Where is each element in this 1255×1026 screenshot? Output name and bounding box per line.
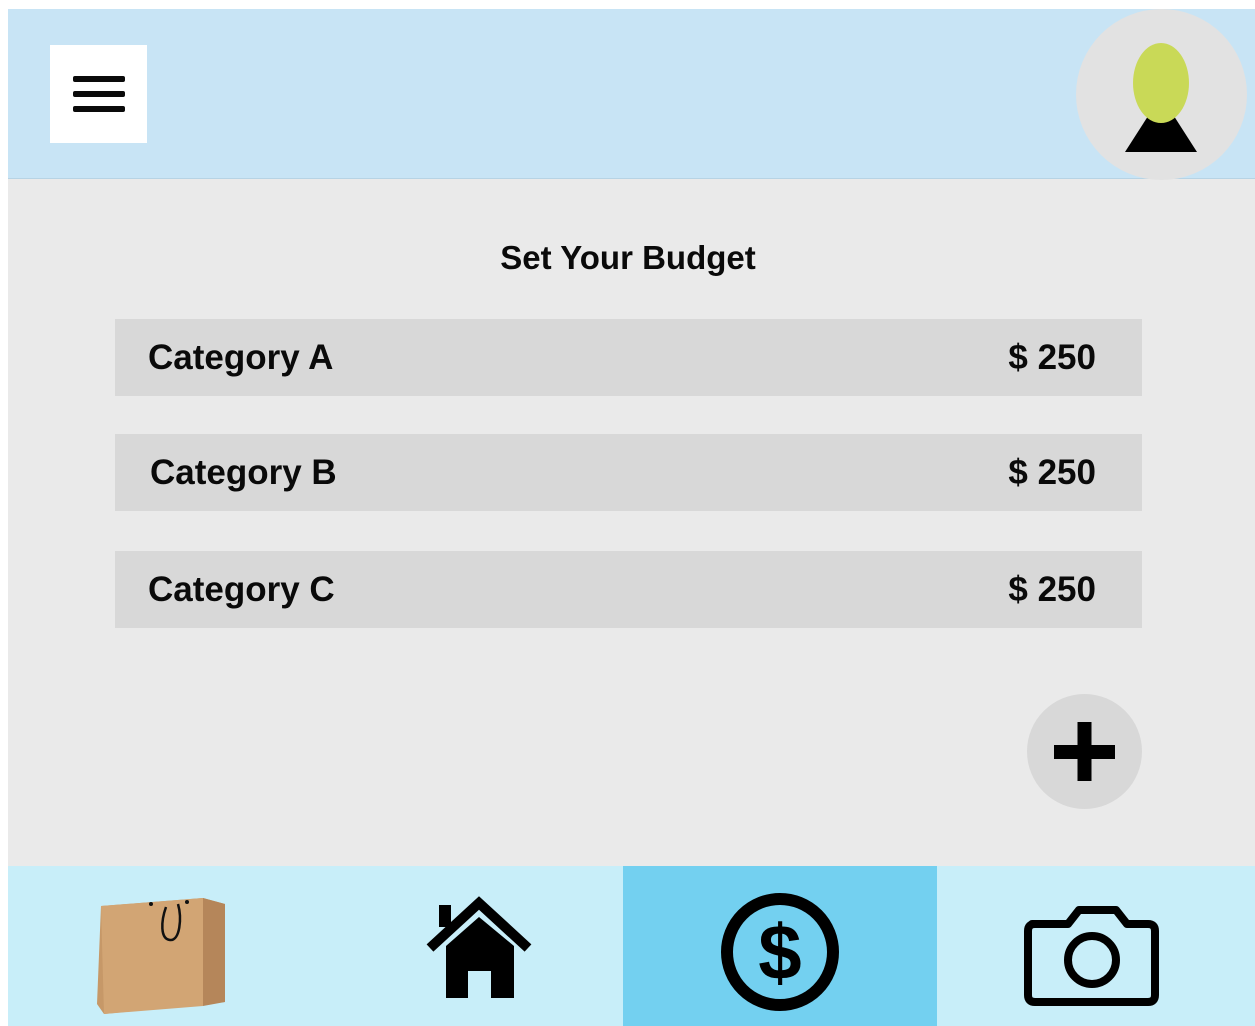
category-name: Category B [150, 453, 337, 492]
budget-app: Set Your Budget Category A $ 250 Categor… [8, 9, 1255, 1026]
dollar-icon: $ [721, 893, 839, 1011]
category-amount[interactable]: $ 250 [1008, 453, 1096, 493]
nav-item-home[interactable] [321, 866, 635, 1026]
category-amount[interactable]: $ 250 [1008, 338, 1096, 378]
nav-item-camera[interactable] [937, 866, 1251, 1026]
nav-item-budget[interactable]: $ [623, 866, 937, 1026]
category-row-c[interactable]: Category C $ 250 [115, 551, 1142, 628]
category-name: Category C [148, 570, 335, 609]
user-avatar-icon [1125, 43, 1197, 152]
plus-icon [1054, 722, 1115, 781]
menu-button[interactable] [50, 45, 147, 143]
category-row-a[interactable]: Category A $ 250 [115, 319, 1142, 396]
page-title: Set Your Budget [500, 239, 756, 276]
hamburger-menu-icon-line [72, 91, 125, 97]
category-amount[interactable]: $ 250 [1008, 570, 1096, 610]
profile-avatar-button[interactable] [1076, 9, 1247, 180]
shopping-bag-icon [97, 898, 225, 1014]
category-row-b[interactable]: Category B $ 250 [115, 434, 1142, 511]
add-category-button[interactable] [1027, 694, 1142, 809]
hamburger-menu-icon-line [72, 106, 125, 112]
budget-content: Set Your Budget Category A $ 250 Categor… [8, 179, 1255, 865]
bottom-nav: $ [8, 866, 1255, 1026]
category-name: Category A [148, 338, 334, 377]
nav-item-shopping[interactable] [8, 866, 322, 1026]
hamburger-menu-icon [72, 76, 125, 82]
header-bar [8, 9, 1255, 180]
home-icon [426, 896, 532, 998]
camera-icon [1024, 906, 1159, 1006]
svg-text:$: $ [758, 908, 801, 996]
